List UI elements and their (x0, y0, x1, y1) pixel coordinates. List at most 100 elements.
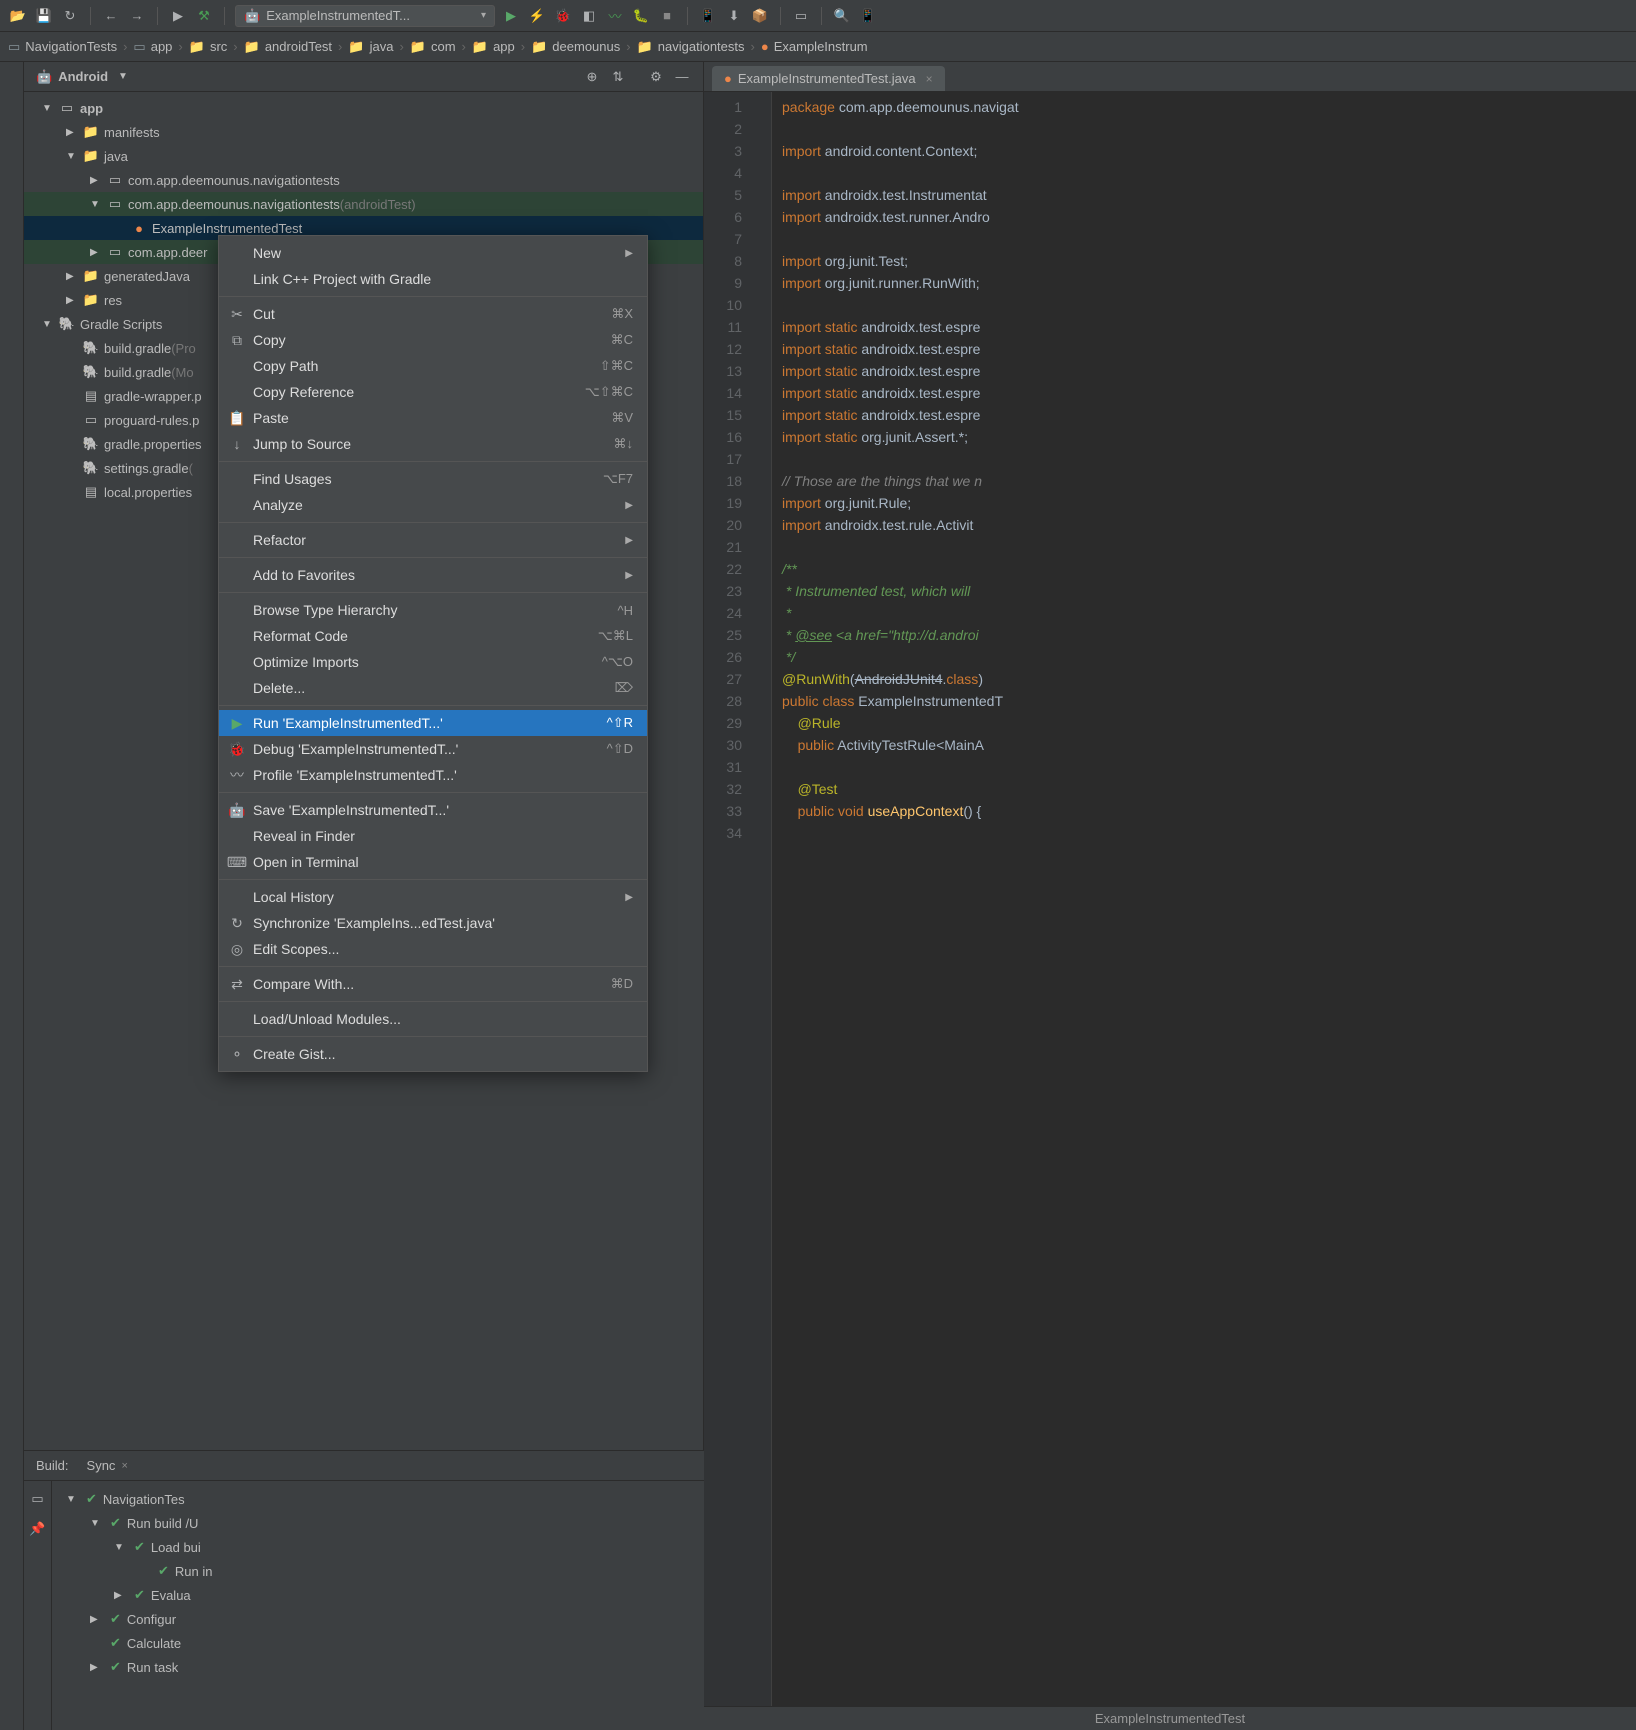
apply-icon[interactable]: ⚡ (527, 6, 547, 26)
expand-arrow-icon[interactable]: ▶ (90, 1614, 104, 1625)
minimize-icon[interactable]: — (673, 68, 691, 86)
menu-item[interactable]: ✂Cut⌘X (219, 301, 647, 327)
stop-icon[interactable]: ■ (657, 6, 677, 26)
tree-row[interactable]: ▼▭com.app.deemounus.navigationtests (and… (24, 192, 703, 216)
target-icon[interactable]: ⊕ (583, 68, 601, 86)
tree-row[interactable]: ▶▭com.app.deemounus.navigationtests (24, 168, 703, 192)
expand-arrow-icon[interactable]: ▶ (114, 1590, 128, 1601)
tab-file[interactable]: ● ExampleInstrumentedTest.java × (712, 66, 945, 91)
save-icon[interactable]: 💾 (34, 6, 54, 26)
tree-row[interactable]: ▼▭app (24, 96, 703, 120)
menu-item[interactable]: ▶Run 'ExampleInstrumentedT...'^⇧R (219, 710, 647, 736)
tree-row[interactable]: ▶📁manifests (24, 120, 703, 144)
run-icon[interactable]: ▶ (501, 6, 521, 26)
build-icon[interactable]: ▶ (168, 6, 188, 26)
avd-icon[interactable]: 📱 (698, 6, 718, 26)
attach-icon[interactable]: 🐛 (631, 6, 651, 26)
device-icon[interactable]: 📱 (858, 6, 878, 26)
expand-arrow-icon[interactable]: ▼ (66, 151, 82, 162)
expand-arrow-icon[interactable]: ▶ (90, 1662, 104, 1673)
menu-item[interactable]: Copy Reference⌥⇧⌘C (219, 379, 647, 405)
expand-arrow-icon[interactable]: ▶ (66, 271, 82, 282)
build-row[interactable]: ▼✔NavigationTes (66, 1487, 212, 1511)
menu-item[interactable]: ⧉Copy⌘C (219, 327, 647, 353)
menu-item[interactable]: 📋Paste⌘V (219, 405, 647, 431)
menu-item[interactable]: ↓Jump to Source⌘↓ (219, 431, 647, 457)
close-icon[interactable]: × (926, 72, 933, 86)
breadcrumb-item[interactable]: 📁deemounus (531, 39, 620, 55)
menu-item[interactable]: Copy Path⇧⌘C (219, 353, 647, 379)
collapse-icon[interactable]: ⇅ (609, 68, 627, 86)
open-icon[interactable]: 📂 (8, 6, 28, 26)
debug-icon[interactable]: 🐞 (553, 6, 573, 26)
build-row[interactable]: ▼✔Load bui (66, 1535, 212, 1559)
menu-item[interactable]: ⚬Create Gist... (219, 1041, 647, 1067)
expand-arrow-icon[interactable]: ▼ (90, 1518, 104, 1529)
expand-arrow-icon[interactable]: ▼ (90, 199, 106, 210)
expand-arrow-icon[interactable]: ▶ (66, 127, 82, 138)
build-row[interactable]: ✔Run in (66, 1559, 212, 1583)
expand-arrow-icon[interactable]: ▼ (66, 1494, 80, 1505)
back-icon[interactable]: ← (101, 6, 121, 26)
menu-item[interactable]: Optimize Imports^⌥O (219, 649, 647, 675)
forward-icon[interactable]: → (127, 6, 147, 26)
tree-row[interactable]: ▼📁java (24, 144, 703, 168)
menu-item[interactable]: ⇄Compare With...⌘D (219, 971, 647, 997)
breadcrumb-item[interactable]: ▭NavigationTests (8, 39, 117, 55)
coverage-icon[interactable]: ◧ (579, 6, 599, 26)
menu-item[interactable]: 🤖Save 'ExampleInstrumentedT...' (219, 797, 647, 823)
expand-arrow-icon[interactable]: ▼ (114, 1542, 128, 1553)
structure-icon[interactable]: ▭ (791, 6, 811, 26)
pin-icon[interactable]: 📌 (29, 1521, 45, 1537)
box-icon[interactable]: 📦 (750, 6, 770, 26)
refresh-icon[interactable]: ↻ (60, 6, 80, 26)
gear-icon[interactable]: ⚙ (647, 68, 665, 86)
expand-arrow-icon[interactable]: ▶ (90, 175, 106, 186)
expand-arrow-icon[interactable]: ▼ (42, 319, 58, 330)
expand-arrow-icon[interactable]: ▼ (42, 103, 58, 114)
menu-item[interactable]: 🐞Debug 'ExampleInstrumentedT...'^⇧D (219, 736, 647, 762)
build-tree[interactable]: ▼✔NavigationTes▼✔Run build /U▼✔Load bui✔… (52, 1481, 212, 1730)
menu-item[interactable]: Analyze▶ (219, 492, 647, 518)
breadcrumb-item[interactable]: ●ExampleInstrum (761, 39, 868, 54)
menu-item[interactable]: Link C++ Project with Gradle (219, 266, 647, 292)
build-row[interactable]: ▶✔Run task (66, 1655, 212, 1679)
close-icon[interactable]: × (121, 1460, 127, 1472)
filter-icon[interactable]: ▭ (31, 1491, 43, 1507)
breadcrumb-item[interactable]: 📁java (348, 39, 393, 55)
breadcrumb-item[interactable]: 📁src (189, 39, 228, 55)
expand-arrow-icon[interactable]: ▶ (66, 295, 82, 306)
menu-item[interactable]: Load/Unload Modules... (219, 1006, 647, 1032)
build-tab-sync[interactable]: Sync × (81, 1456, 134, 1475)
menu-item[interactable]: ⌨Open in Terminal (219, 849, 647, 875)
build-row[interactable]: ▶✔Evalua (66, 1583, 212, 1607)
menu-item[interactable]: Local History▶ (219, 884, 647, 910)
build-row[interactable]: ▼✔Run build /U (66, 1511, 212, 1535)
sdk-icon[interactable]: ⬇ (724, 6, 744, 26)
menu-item[interactable]: ↻Synchronize 'ExampleIns...edTest.java' (219, 910, 647, 936)
menu-item[interactable]: Find Usages⌥F7 (219, 466, 647, 492)
menu-item[interactable]: Browse Type Hierarchy^H (219, 597, 647, 623)
menu-item[interactable]: ◎Edit Scopes... (219, 936, 647, 962)
hammer-icon[interactable]: ⚒ (194, 6, 214, 26)
menu-item[interactable]: Add to Favorites▶ (219, 562, 647, 588)
code-content[interactable]: package com.app.deemounus.navigat import… (772, 92, 1636, 1706)
menu-item[interactable]: 〰Profile 'ExampleInstrumentedT...' (219, 762, 647, 788)
build-row[interactable]: ▶✔Configur (66, 1607, 212, 1631)
run-config-dropdown[interactable]: 🤖 ExampleInstrumentedT... (235, 5, 495, 27)
expand-arrow-icon[interactable]: ▶ (90, 247, 106, 258)
menu-item[interactable]: Reveal in Finder (219, 823, 647, 849)
breadcrumb-item[interactable]: 📁navigationtests (637, 39, 745, 55)
menu-item[interactable]: Delete...⌦ (219, 675, 647, 701)
profiler-icon[interactable]: 〰 (605, 6, 625, 26)
search-icon[interactable]: 🔍 (832, 6, 852, 26)
breadcrumb-item[interactable]: 📁androidTest (244, 39, 332, 55)
menu-item[interactable]: New▶ (219, 240, 647, 266)
breadcrumb-item[interactable]: 📁com (410, 39, 456, 55)
chevron-down-icon[interactable]: ▼ (118, 71, 128, 82)
menu-item[interactable]: Reformat Code⌥⌘L (219, 623, 647, 649)
breadcrumb-item[interactable]: ▭app (133, 39, 172, 55)
breadcrumb-item[interactable]: 📁app (472, 39, 515, 55)
menu-item[interactable]: Refactor▶ (219, 527, 647, 553)
build-row[interactable]: ✔Calculate (66, 1631, 212, 1655)
